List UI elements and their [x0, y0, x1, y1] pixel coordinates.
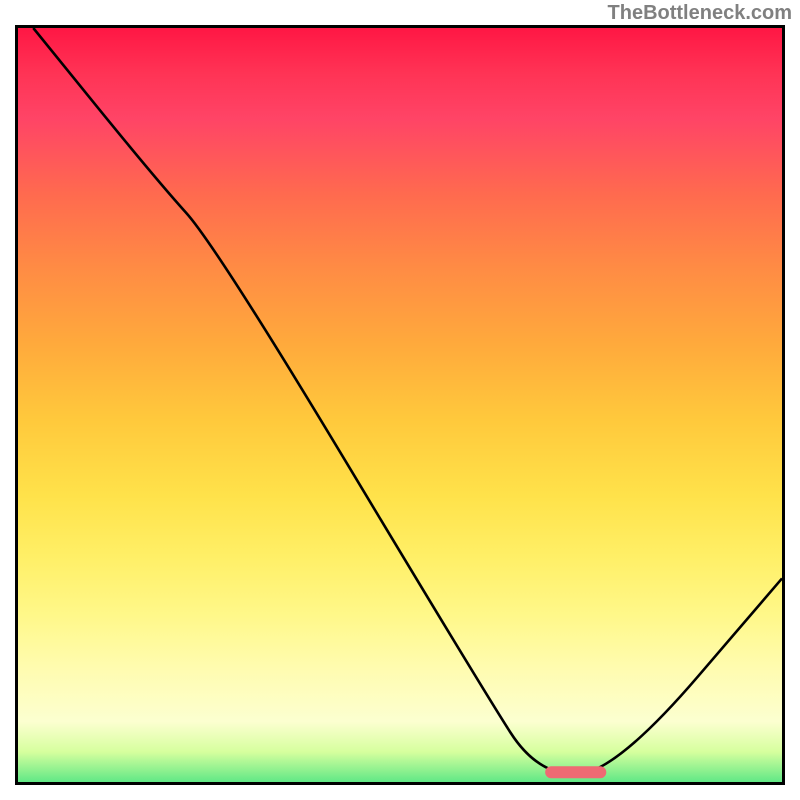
bottleneck-curve-line — [33, 28, 782, 774]
plot-area — [15, 25, 785, 785]
chart-svg — [18, 28, 782, 782]
watermark-text: TheBottleneck.com — [608, 2, 792, 25]
optimal-marker — [545, 766, 606, 778]
chart-container: TheBottleneck.com — [0, 0, 800, 800]
